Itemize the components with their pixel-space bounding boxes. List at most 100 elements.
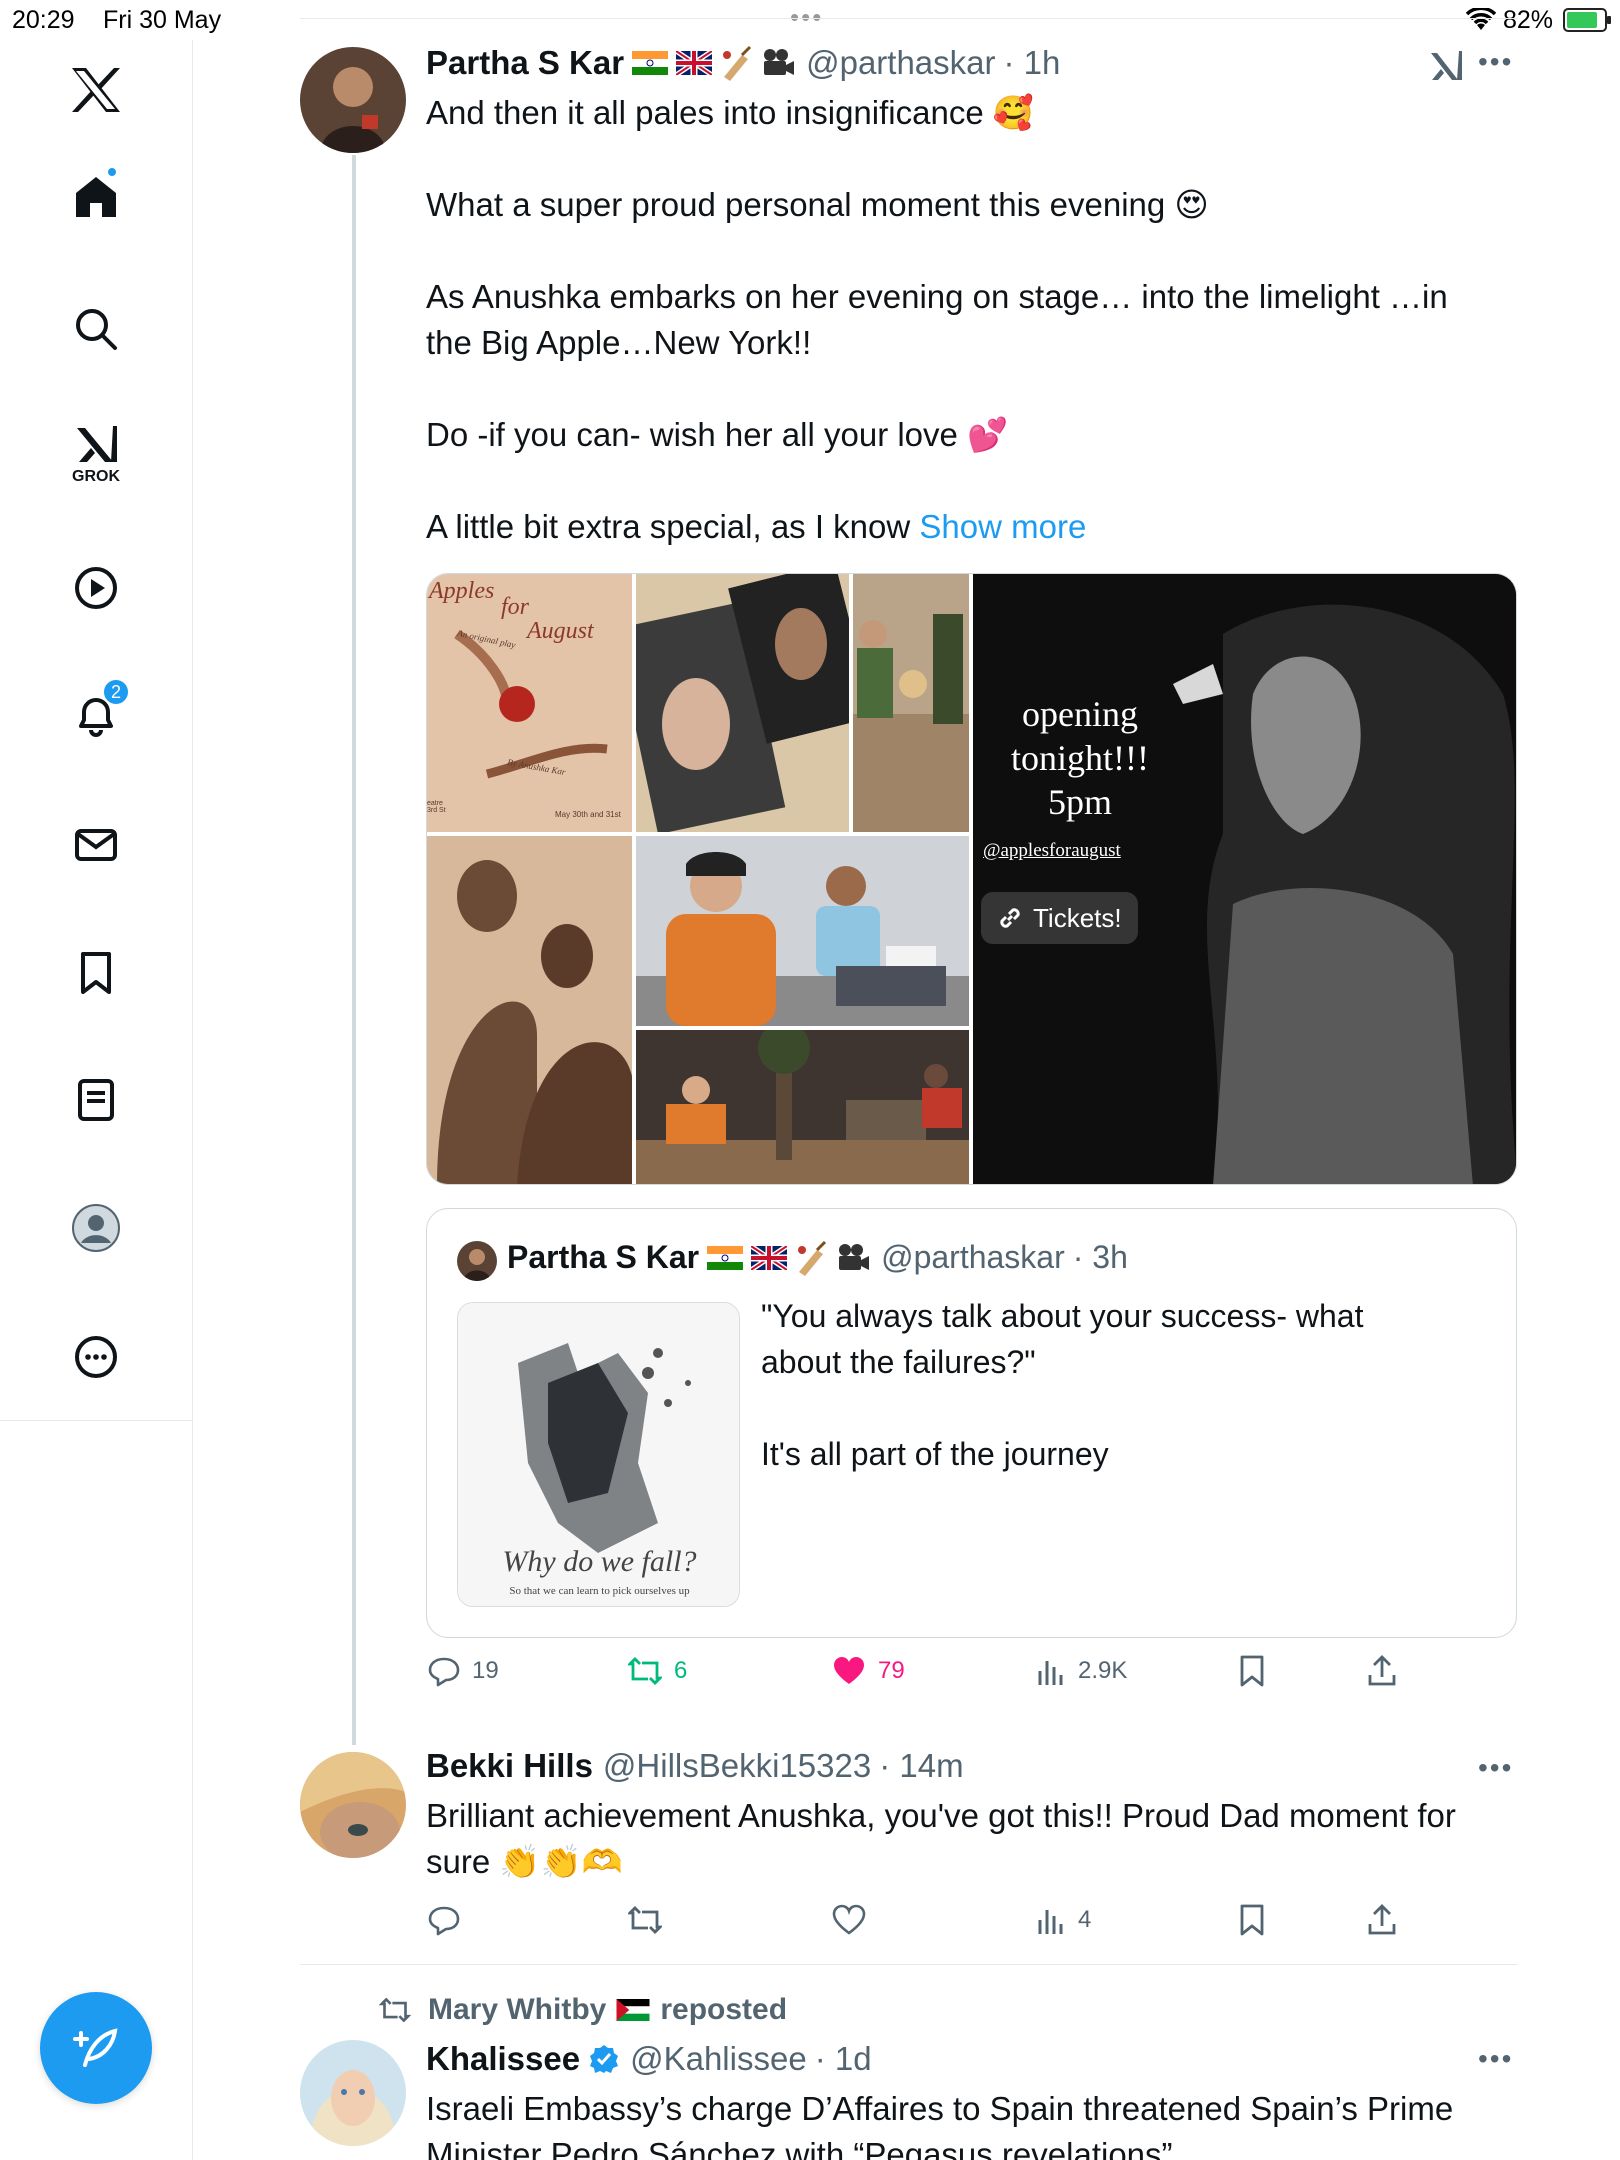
- uk-flag-icon: [676, 51, 713, 75]
- reply-author-avatar[interactable]: [300, 1752, 406, 1858]
- reply-author-handle[interactable]: @HillsBekki15323: [603, 1747, 871, 1785]
- quoted-author-avatar: [457, 1241, 497, 1281]
- repost-context[interactable]: Mary Whitby reposted: [378, 1993, 787, 2027]
- tweet-body: And then it all pales into insignificanc…: [426, 90, 1516, 550]
- movie-camera-icon: [764, 49, 795, 75]
- tweet-more-icon[interactable]: •••: [1478, 46, 1513, 78]
- bookmark-icon: [1240, 1655, 1264, 1687]
- reply-count: 19: [472, 1657, 499, 1684]
- like-icon: [834, 1657, 864, 1684]
- video-icon[interactable]: [46, 543, 146, 633]
- opening-line-3: 5pm: [1047, 782, 1112, 822]
- sidebar: GROK 2: [0, 40, 193, 2160]
- tweet-text: And then it all pales into insignificanc…: [426, 94, 1448, 545]
- grok-label: GROK: [72, 468, 120, 485]
- opening-night-image: opening tonight!!! 5pm @applesforaugust …: [973, 574, 1516, 1184]
- share-button[interactable]: [1366, 1655, 1398, 1687]
- movie-camera-icon: [839, 1243, 870, 1270]
- link-icon: [1000, 908, 1020, 928]
- status-time: 20:29: [12, 6, 75, 34]
- wifi-icon: [1465, 6, 1497, 37]
- thread-connector-line: [352, 155, 356, 1745]
- reply-button[interactable]: 19: [428, 1655, 499, 1687]
- opening-line-1: opening: [1022, 694, 1138, 734]
- poster-title-1: Apples: [429, 578, 495, 604]
- share-icon: [1368, 1655, 1396, 1686]
- poster-dates: May 30th and 31st: [555, 810, 621, 819]
- status-bar: 20:29 Fri 30 May ••• 82%: [0, 0, 1620, 40]
- search-icon[interactable]: [46, 284, 146, 374]
- like-icon: [832, 1904, 866, 1935]
- home-notification-dot: [106, 166, 118, 178]
- next-tweet-text: Israeli Embassy’s charge D’Affaires to S…: [426, 2090, 1454, 2160]
- views-button[interactable]: 2.9K: [1036, 1655, 1127, 1687]
- next-tweet-time[interactable]: · 1d: [815, 2040, 872, 2078]
- repost-count: 6: [674, 1657, 688, 1684]
- profile-icon[interactable]: [46, 1183, 146, 1273]
- reply-repost-button[interactable]: [628, 1904, 662, 1936]
- more-icon[interactable]: [46, 1312, 146, 1402]
- silhouette-image: [427, 836, 632, 1184]
- bookmark-button[interactable]: [1238, 1655, 1266, 1687]
- quoted-image-caption: So that we can learn to pick ourselves u…: [509, 1585, 690, 1597]
- lists-icon[interactable]: [46, 1055, 146, 1145]
- next-more-icon[interactable]: •••: [1478, 2043, 1513, 2075]
- india-flag-icon: [707, 1245, 744, 1270]
- next-header: Khalissee @Kahlissee · 1d: [426, 2040, 872, 2078]
- messages-icon[interactable]: [46, 800, 146, 890]
- repost-button[interactable]: 6: [628, 1655, 687, 1687]
- reply-author-name[interactable]: Bekki Hills: [426, 1747, 593, 1785]
- reply-views-count: 4: [1078, 1906, 1092, 1933]
- battery-percent: 82%: [1503, 6, 1554, 34]
- author-avatar[interactable]: [300, 47, 406, 153]
- bookmarks-icon[interactable]: [46, 928, 146, 1018]
- compose-post-button[interactable]: [40, 1992, 152, 2104]
- reply-time[interactable]: · 14m: [879, 1747, 963, 1785]
- tweet-media[interactable]: Apples for August An original play By An…: [426, 573, 1517, 1185]
- tweet-divider: [300, 1964, 1518, 1965]
- home-icon[interactable]: [46, 152, 146, 242]
- feed-top-divider: [300, 18, 1518, 19]
- like-count: 79: [878, 1657, 905, 1684]
- reply-like-button[interactable]: [832, 1904, 866, 1936]
- reply-icon: [428, 1657, 460, 1687]
- grok-explain-icon[interactable]: [1428, 48, 1464, 89]
- reply-header: Bekki Hills @HillsBekki15323 · 14m: [426, 1747, 964, 1785]
- quoted-author-name: Partha S Kar: [507, 1239, 700, 1275]
- reply-icon: [428, 1906, 460, 1936]
- tickets-button[interactable]: Tickets!: [981, 892, 1138, 944]
- x-logo-icon[interactable]: [46, 45, 146, 135]
- tweet-time[interactable]: · 1h: [1004, 44, 1061, 82]
- reply-more-icon[interactable]: •••: [1478, 1752, 1513, 1784]
- author-name[interactable]: Partha S Kar: [426, 44, 624, 82]
- uk-flag-icon: [751, 1245, 788, 1270]
- repost-suffix: reposted: [660, 1993, 788, 2026]
- rehearsal-image-1: [853, 574, 969, 832]
- next-author-avatar[interactable]: [300, 2040, 406, 2146]
- reply-reply-button[interactable]: [428, 1904, 460, 1936]
- views-icon: [1038, 1910, 1063, 1934]
- reply-views-button[interactable]: 4: [1036, 1904, 1091, 1936]
- next-author-handle[interactable]: @Kahlissee: [630, 2040, 807, 2078]
- author-handle[interactable]: @parthaskar: [806, 44, 995, 82]
- quoted-tweet[interactable]: Partha S Kar @parthaskar · 3h Why do we …: [426, 1208, 1517, 1638]
- rehearsal-image-2: [636, 836, 969, 1026]
- opening-handle: @applesforaugust: [983, 840, 1121, 861]
- show-more-link[interactable]: Show more: [919, 508, 1086, 545]
- repost-icon: [628, 1657, 662, 1685]
- quoted-author-handle: @parthaskar: [881, 1239, 1065, 1275]
- notifications-icon[interactable]: 2: [46, 670, 146, 760]
- repost-icon: [378, 1997, 412, 2023]
- poster-title-3: August: [527, 618, 594, 644]
- reply-bookmark-button[interactable]: [1238, 1904, 1266, 1936]
- cricket-bat-icon: [798, 1240, 827, 1276]
- repost-icon: [628, 1906, 662, 1934]
- bookmark-icon: [1240, 1904, 1264, 1936]
- quoted-tweet-text: "You always talk about your success- wha…: [761, 1298, 1364, 1472]
- reply-share-button[interactable]: [1366, 1904, 1398, 1936]
- next-author-name[interactable]: Khalissee: [426, 2040, 580, 2078]
- poster-image: Apples for August An original play By An…: [427, 574, 632, 832]
- grok-icon[interactable]: GROK: [46, 410, 146, 500]
- sidebar-divider: [0, 1420, 193, 1421]
- like-button[interactable]: 79: [832, 1655, 905, 1687]
